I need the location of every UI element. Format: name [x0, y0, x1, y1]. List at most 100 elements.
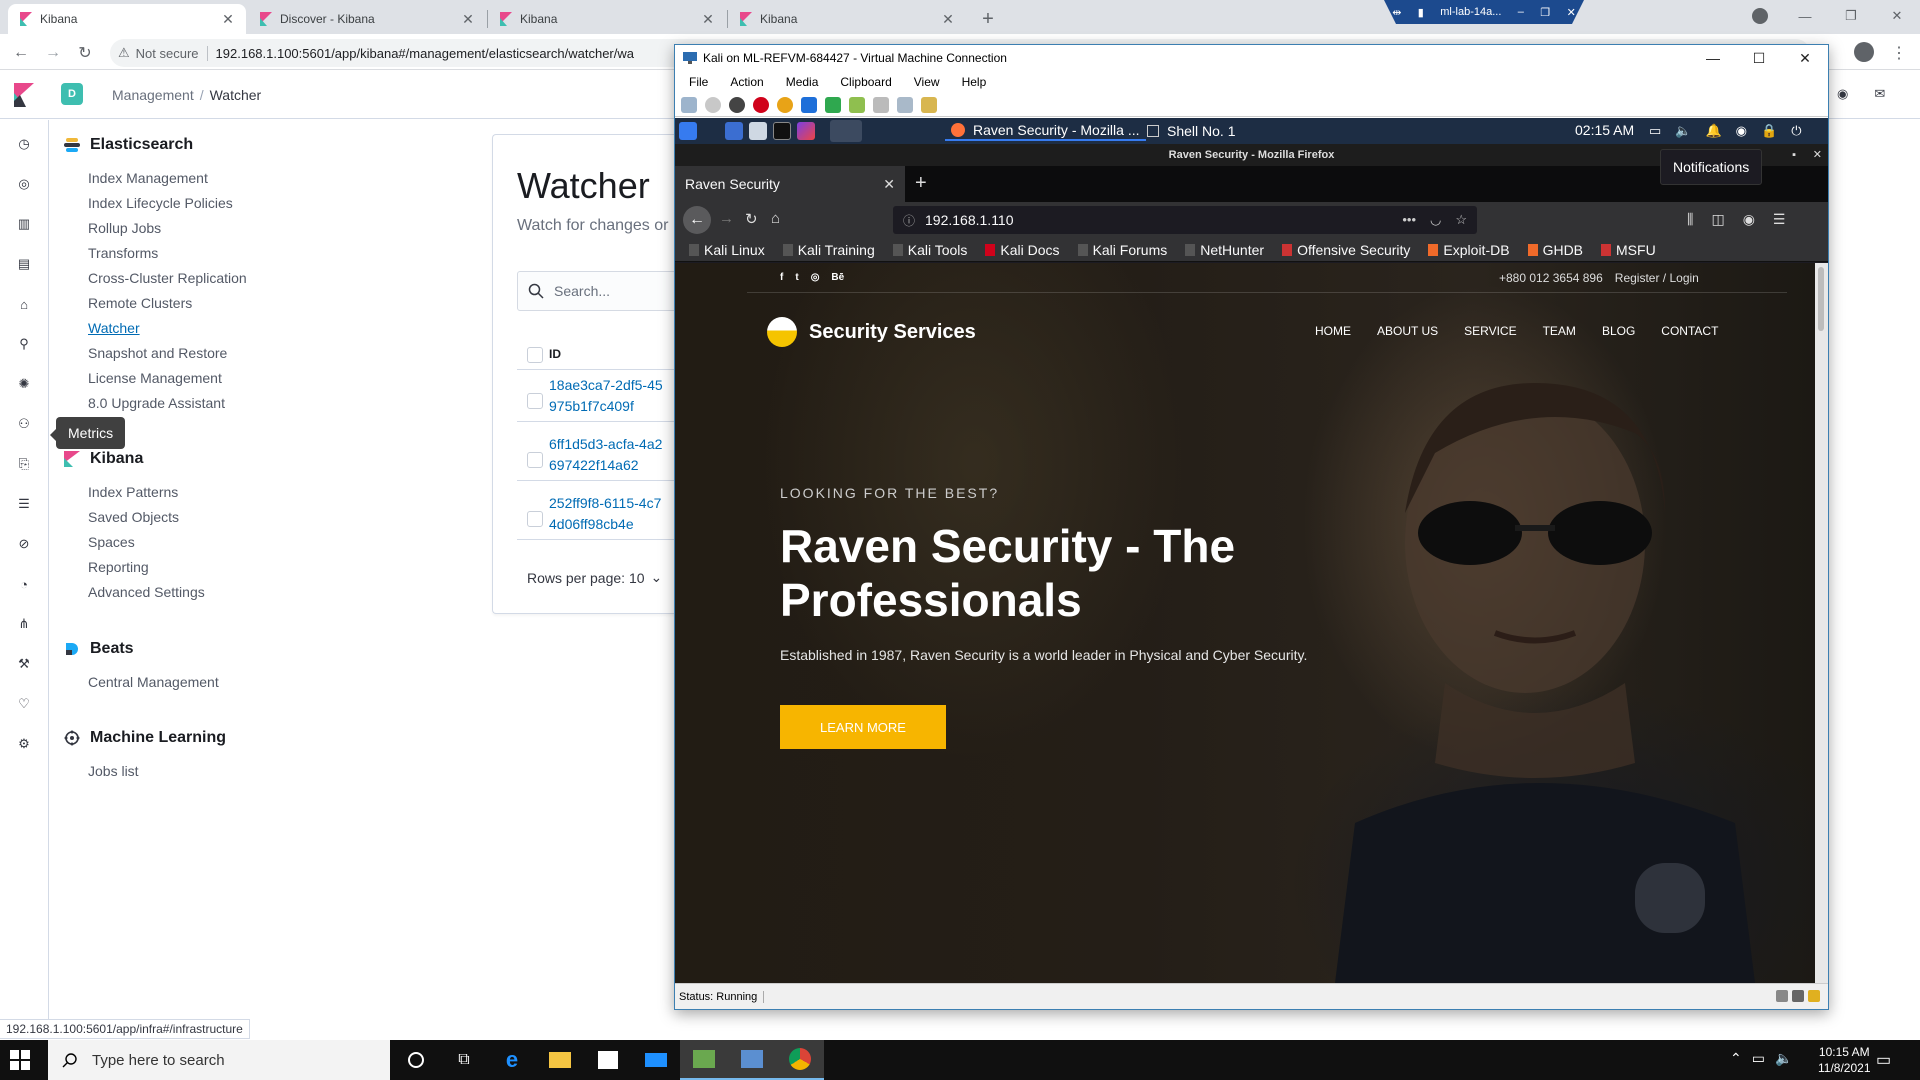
vm-screen[interactable]: Raven Security - Mozilla ... Shell No. 1…: [675, 118, 1828, 983]
ctrl-alt-del-icon[interactable]: [681, 96, 697, 113]
dribbble-icon[interactable]: ◎: [811, 272, 820, 283]
behance-icon[interactable]: Bē: [831, 272, 844, 283]
nav-saved-objects[interactable]: Saved Objects: [88, 509, 179, 525]
restore-icon[interactable]: ❐: [1828, 0, 1874, 32]
bookmark-kali-docs[interactable]: Kali Docs: [985, 242, 1060, 258]
space-avatar[interactable]: D: [61, 83, 83, 105]
bookmark-kali-tools[interactable]: Kali Tools: [892, 242, 967, 258]
select-all-checkbox[interactable]: [527, 347, 543, 363]
maximize-icon[interactable]: ☐: [1736, 45, 1782, 71]
column-header-id[interactable]: ID: [549, 347, 561, 361]
pin-icon[interactable]: ⇹: [1392, 6, 1401, 19]
power-icon[interactable]: ⏻: [1791, 123, 1801, 139]
shutdown-icon[interactable]: [753, 96, 769, 113]
learn-more-button[interactable]: LEARN MORE: [780, 705, 946, 749]
remote-connection-bar[interactable]: ⇹ ▮ ml-lab-14a... – ❐ ✕: [1384, 0, 1584, 24]
watch-id-part[interactable]: 4d06ff98cb4e: [549, 514, 661, 535]
bookmark-star-icon[interactable]: ☆: [1455, 212, 1467, 228]
chrome-menu-icon[interactable]: ⋮: [1888, 42, 1910, 64]
browser-tab-discover[interactable]: Discover - Kibana ✕: [248, 4, 486, 34]
taskbar-search-input[interactable]: [92, 1051, 372, 1069]
watch-id-part[interactable]: 18ae3ca7-2df5-45: [549, 375, 663, 396]
discover-icon[interactable]: ◎: [14, 174, 34, 194]
account-icon[interactable]: [1854, 42, 1874, 62]
apm-icon[interactable]: ☰: [14, 494, 34, 514]
turn-off-icon[interactable]: [729, 96, 745, 113]
menu-file[interactable]: File: [689, 75, 708, 89]
volume-icon[interactable]: 🔈: [1775, 1050, 1792, 1067]
notifications-bell-icon[interactable]: 🔔: [1705, 123, 1721, 139]
taskbar-clock[interactable]: 10:15 AM 11/8/2021: [1818, 1044, 1871, 1076]
store-icon[interactable]: [584, 1040, 632, 1080]
uptime-icon[interactable]: ⊘: [14, 534, 34, 554]
close-icon[interactable]: ✕: [1813, 144, 1822, 166]
nav-index-lifecycle-policies[interactable]: Index Lifecycle Policies: [88, 195, 233, 211]
kibana-logo-icon[interactable]: [12, 83, 34, 107]
nav-spaces[interactable]: Spaces: [88, 534, 135, 550]
menu-clipboard[interactable]: Clipboard: [840, 75, 891, 89]
browser-tab-kibana-1[interactable]: Kibana ✕: [8, 4, 246, 34]
file-explorer-icon[interactable]: [536, 1040, 584, 1080]
vm-connection-icon[interactable]: [728, 1040, 776, 1080]
new-tab-button[interactable]: +: [915, 172, 927, 195]
menu-blog[interactable]: BLOG: [1602, 324, 1635, 338]
watch-id-part[interactable]: 697422f14a62: [549, 455, 662, 476]
maps-icon[interactable]: ⚲: [14, 334, 34, 354]
watch-id-part[interactable]: 975b1f7c409f: [549, 396, 663, 417]
nav-central-management[interactable]: Central Management: [88, 674, 219, 690]
workspace-icon[interactable]: [725, 122, 743, 140]
minimize-icon[interactable]: —: [1782, 0, 1828, 32]
site-logo[interactable]: Security Services: [767, 317, 976, 347]
app-launcher-icon[interactable]: [797, 122, 815, 140]
firefox-url-bar[interactable]: ⓘ 192.168.1.110 ••• ◡ ☆: [893, 206, 1477, 234]
facebook-icon[interactable]: f: [780, 272, 783, 283]
nav-rollup-jobs[interactable]: Rollup Jobs: [88, 220, 161, 236]
restore-icon[interactable]: ❐: [1540, 6, 1550, 19]
bookmark-nethunter[interactable]: NetHunter: [1185, 242, 1264, 258]
page-scrollbar[interactable]: [1815, 263, 1828, 983]
dev-tools-icon[interactable]: ⚒: [14, 654, 34, 674]
metrics-icon[interactable]: ⚇: [14, 414, 34, 434]
nav-index-patterns[interactable]: Index Patterns: [88, 484, 178, 500]
kali-clock[interactable]: 02:15 AM: [1575, 122, 1634, 138]
close-icon[interactable]: ✕: [1874, 0, 1920, 32]
rows-per-page-label[interactable]: Rows per page: 10: [527, 570, 645, 586]
siem-icon[interactable]: ◔: [14, 574, 34, 594]
ml-icon[interactable]: ✺: [14, 374, 34, 394]
back-icon[interactable]: ←: [10, 42, 32, 64]
nav-cross-cluster-replication[interactable]: Cross-Cluster Replication: [88, 270, 247, 286]
menu-home[interactable]: HOME: [1315, 324, 1351, 338]
menu-help[interactable]: Help: [962, 75, 987, 89]
minimize-icon[interactable]: –: [1518, 6, 1524, 18]
bookmark-msfu[interactable]: MSFU: [1601, 242, 1656, 258]
bookmark-kali-linux[interactable]: Kali Linux: [689, 242, 765, 258]
reset-icon[interactable]: [849, 96, 865, 113]
dashboard-icon[interactable]: ▤: [14, 254, 34, 274]
maximize-icon[interactable]: ▪: [1792, 144, 1796, 166]
resume-icon[interactable]: [825, 96, 841, 113]
row-checkbox[interactable]: [527, 511, 543, 527]
new-tab-button[interactable]: +: [976, 7, 1000, 31]
reload-icon[interactable]: ↻: [745, 210, 758, 228]
watch-id-part[interactable]: 252ff9f8-6115-4c7: [549, 493, 661, 514]
volume-icon[interactable]: 🔈: [1675, 123, 1691, 139]
checkpoint-icon[interactable]: [897, 96, 913, 113]
menu-action[interactable]: Action: [730, 75, 763, 89]
search-field[interactable]: [517, 271, 692, 311]
network-icon[interactable]: ▭: [1752, 1050, 1765, 1067]
firefox-tab-raven[interactable]: Raven Security ✕: [675, 166, 905, 202]
sidebar-icon[interactable]: ◫: [1711, 211, 1724, 228]
display-icon[interactable]: ▭: [1649, 123, 1661, 139]
register-login-link[interactable]: Register / Login: [1615, 271, 1699, 285]
taskbar-item-shell[interactable]: Shell No. 1: [1147, 121, 1235, 141]
close-icon[interactable]: ✕: [1782, 45, 1828, 71]
security-label[interactable]: Not secure: [136, 45, 208, 61]
update-icon[interactable]: ◉: [1736, 123, 1747, 139]
close-icon[interactable]: ✕: [1567, 6, 1576, 19]
nav-jobs-list[interactable]: Jobs list: [88, 763, 139, 779]
taskbar-search[interactable]: [48, 1040, 390, 1080]
url-text[interactable]: 192.168.1.110: [925, 212, 1014, 228]
windows-start-icon[interactable]: [10, 1050, 30, 1070]
action-center-icon[interactable]: ▭: [1876, 1050, 1891, 1070]
tab-close-icon[interactable]: ✕: [940, 11, 956, 27]
